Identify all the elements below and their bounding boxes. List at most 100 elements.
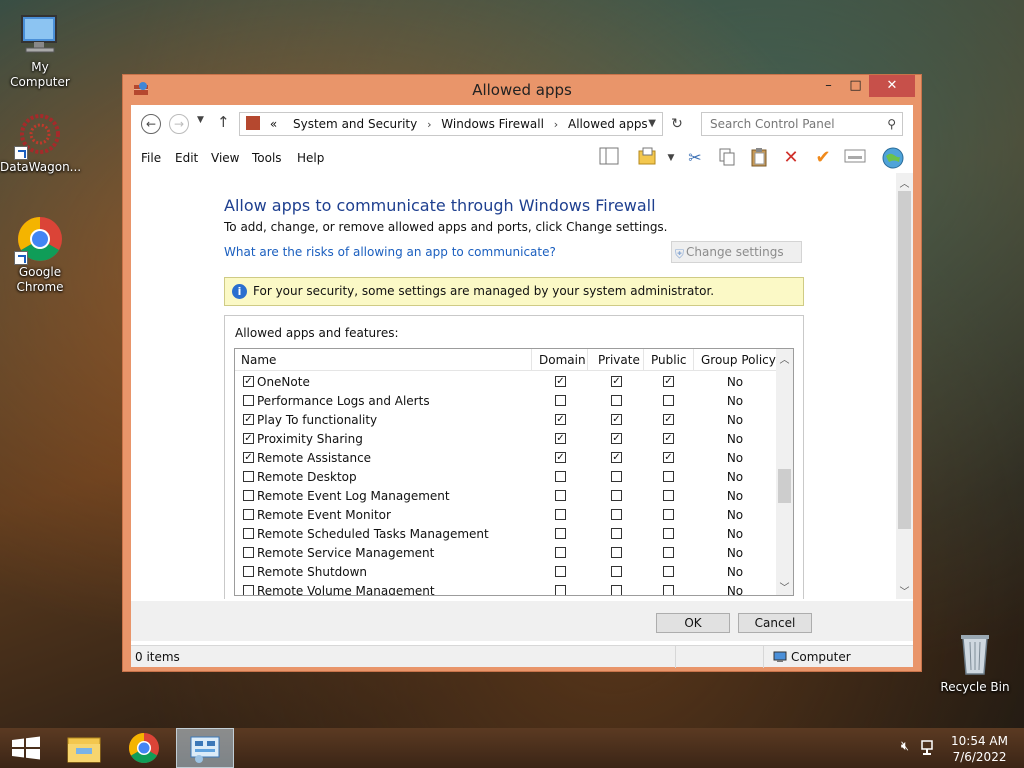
table-row[interactable]: Remote Volume Management No [235,582,778,595]
menu-file[interactable]: File [141,151,161,165]
table-row[interactable]: ✓ Remote Assistance ✓ ✓ ✓ No [235,449,778,468]
domain-checkbox[interactable]: ✓ [555,376,566,387]
network-icon[interactable] [920,739,938,757]
private-checkbox[interactable] [611,566,622,577]
private-checkbox[interactable]: ✓ [611,414,622,425]
enable-checkbox[interactable] [243,585,254,595]
address-dropdown-icon[interactable]: ▼ [648,113,656,135]
public-checkbox[interactable] [663,395,674,406]
breadcrumb-prefix[interactable]: « [270,117,277,131]
column-header-domain[interactable]: Domain [539,353,586,367]
private-checkbox[interactable] [611,528,622,539]
enable-checkbox[interactable] [243,471,254,482]
scroll-down-icon[interactable]: ﹀ [896,583,913,598]
domain-checkbox[interactable]: ✓ [555,452,566,463]
enable-checkbox[interactable] [243,528,254,539]
checkmark-icon[interactable]: ✔ [811,147,835,169]
risks-link[interactable]: What are the risks of allowing an app to… [224,245,556,259]
domain-checkbox[interactable]: ✓ [555,414,566,425]
enable-checkbox[interactable]: ✓ [243,433,254,444]
menu-tools[interactable]: Tools [252,151,282,165]
enable-checkbox[interactable] [243,509,254,520]
table-row[interactable]: ✓ Play To functionality ✓ ✓ ✓ No [235,411,778,430]
scroll-down-icon[interactable]: ﹀ [776,579,793,594]
close-button[interactable]: ✕ [869,75,915,97]
scroll-up-icon[interactable]: ︿ [776,351,793,366]
taskbar-chrome[interactable] [116,728,172,768]
domain-checkbox[interactable] [555,585,566,595]
paste-icon[interactable] [747,147,771,169]
system-clock[interactable]: 10:54 AM 7/6/2022 [951,733,1008,765]
private-checkbox[interactable] [611,471,622,482]
private-checkbox[interactable] [611,395,622,406]
title-bar[interactable]: Allowed apps – □ ✕ [123,75,921,105]
private-checkbox[interactable] [611,547,622,558]
column-header-name[interactable]: Name [241,353,276,367]
copy-icon[interactable] [715,147,739,169]
domain-checkbox[interactable] [555,566,566,577]
breadcrumb-allowed-apps[interactable]: Allowed apps [568,117,648,131]
scroll-up-icon[interactable]: ︿ [896,175,913,190]
table-row[interactable]: Remote Desktop No [235,468,778,487]
public-checkbox[interactable] [663,585,674,595]
domain-checkbox[interactable] [555,528,566,539]
breadcrumb-windows-firewall[interactable]: Windows Firewall [441,117,544,131]
folder-options-icon[interactable] [635,147,659,169]
domain-checkbox[interactable] [555,547,566,558]
refresh-icon[interactable]: ↻ [667,114,687,134]
content-scroll-thumb[interactable] [898,191,911,529]
desktop-icon-recycle-bin[interactable]: Recycle Bin [935,630,1015,695]
domain-checkbox[interactable] [555,395,566,406]
public-checkbox[interactable] [663,509,674,520]
public-checkbox[interactable] [663,547,674,558]
public-checkbox[interactable]: ✓ [663,376,674,387]
domain-checkbox[interactable] [555,509,566,520]
domain-checkbox[interactable]: ✓ [555,433,566,444]
allowed-apps-list[interactable]: Name Domain Private Public Group Policy … [234,348,794,596]
breadcrumb-system-and-security[interactable]: System and Security [293,117,417,131]
search-input[interactable]: Search Control Panel ⚲ [701,112,903,136]
breadcrumb-separator-icon[interactable]: › [554,118,558,131]
enable-checkbox[interactable] [243,566,254,577]
enable-checkbox[interactable] [243,395,254,406]
domain-checkbox[interactable] [555,471,566,482]
back-button[interactable]: ← [141,114,161,134]
delete-icon[interactable]: ✕ [779,147,803,169]
layout-icon[interactable] [597,147,621,169]
menu-help[interactable]: Help [297,151,324,165]
recent-pages-chevron-icon[interactable]: ▼ [197,115,204,125]
private-checkbox[interactable]: ✓ [611,376,622,387]
table-row[interactable]: Remote Event Log Management No [235,487,778,506]
start-button[interactable] [0,728,56,768]
taskbar-file-explorer[interactable] [56,728,112,768]
public-checkbox[interactable] [663,490,674,501]
private-checkbox[interactable]: ✓ [611,433,622,444]
forward-button[interactable]: → [169,114,189,134]
desktop-icon-my-computer[interactable]: My Computer [0,10,80,90]
properties-icon[interactable] [843,147,867,169]
volume-muted-icon[interactable]: 🔇︎ [896,739,914,757]
enable-checkbox[interactable] [243,490,254,501]
list-scroll-thumb[interactable] [778,469,791,503]
table-row[interactable]: Remote Scheduled Tasks Management No [235,525,778,544]
search-icon[interactable]: ⚲ [887,113,896,135]
table-row[interactable]: ✓ Proximity Sharing ✓ ✓ ✓ No [235,430,778,449]
ok-button[interactable]: OK [656,613,730,633]
enable-checkbox[interactable]: ✓ [243,452,254,463]
cancel-button[interactable]: Cancel [738,613,812,633]
breadcrumb-separator-icon[interactable]: › [427,118,431,131]
public-checkbox[interactable] [663,528,674,539]
domain-checkbox[interactable] [555,490,566,501]
enable-checkbox[interactable]: ✓ [243,414,254,425]
content-scrollbar[interactable]: ︿ ﹀ [896,173,913,599]
list-scrollbar[interactable]: ︿ ﹀ [776,349,793,595]
options-dropdown-icon[interactable]: ▼ [659,147,683,169]
change-settings-button[interactable]: ⛨ Change settings [671,241,802,263]
minimize-button[interactable]: – [815,75,842,97]
private-checkbox[interactable] [611,509,622,520]
table-row[interactable]: Performance Logs and Alerts No [235,392,778,411]
public-checkbox[interactable] [663,471,674,482]
up-button[interactable]: ↑ [217,113,230,131]
public-checkbox[interactable]: ✓ [663,452,674,463]
enable-checkbox[interactable] [243,547,254,558]
